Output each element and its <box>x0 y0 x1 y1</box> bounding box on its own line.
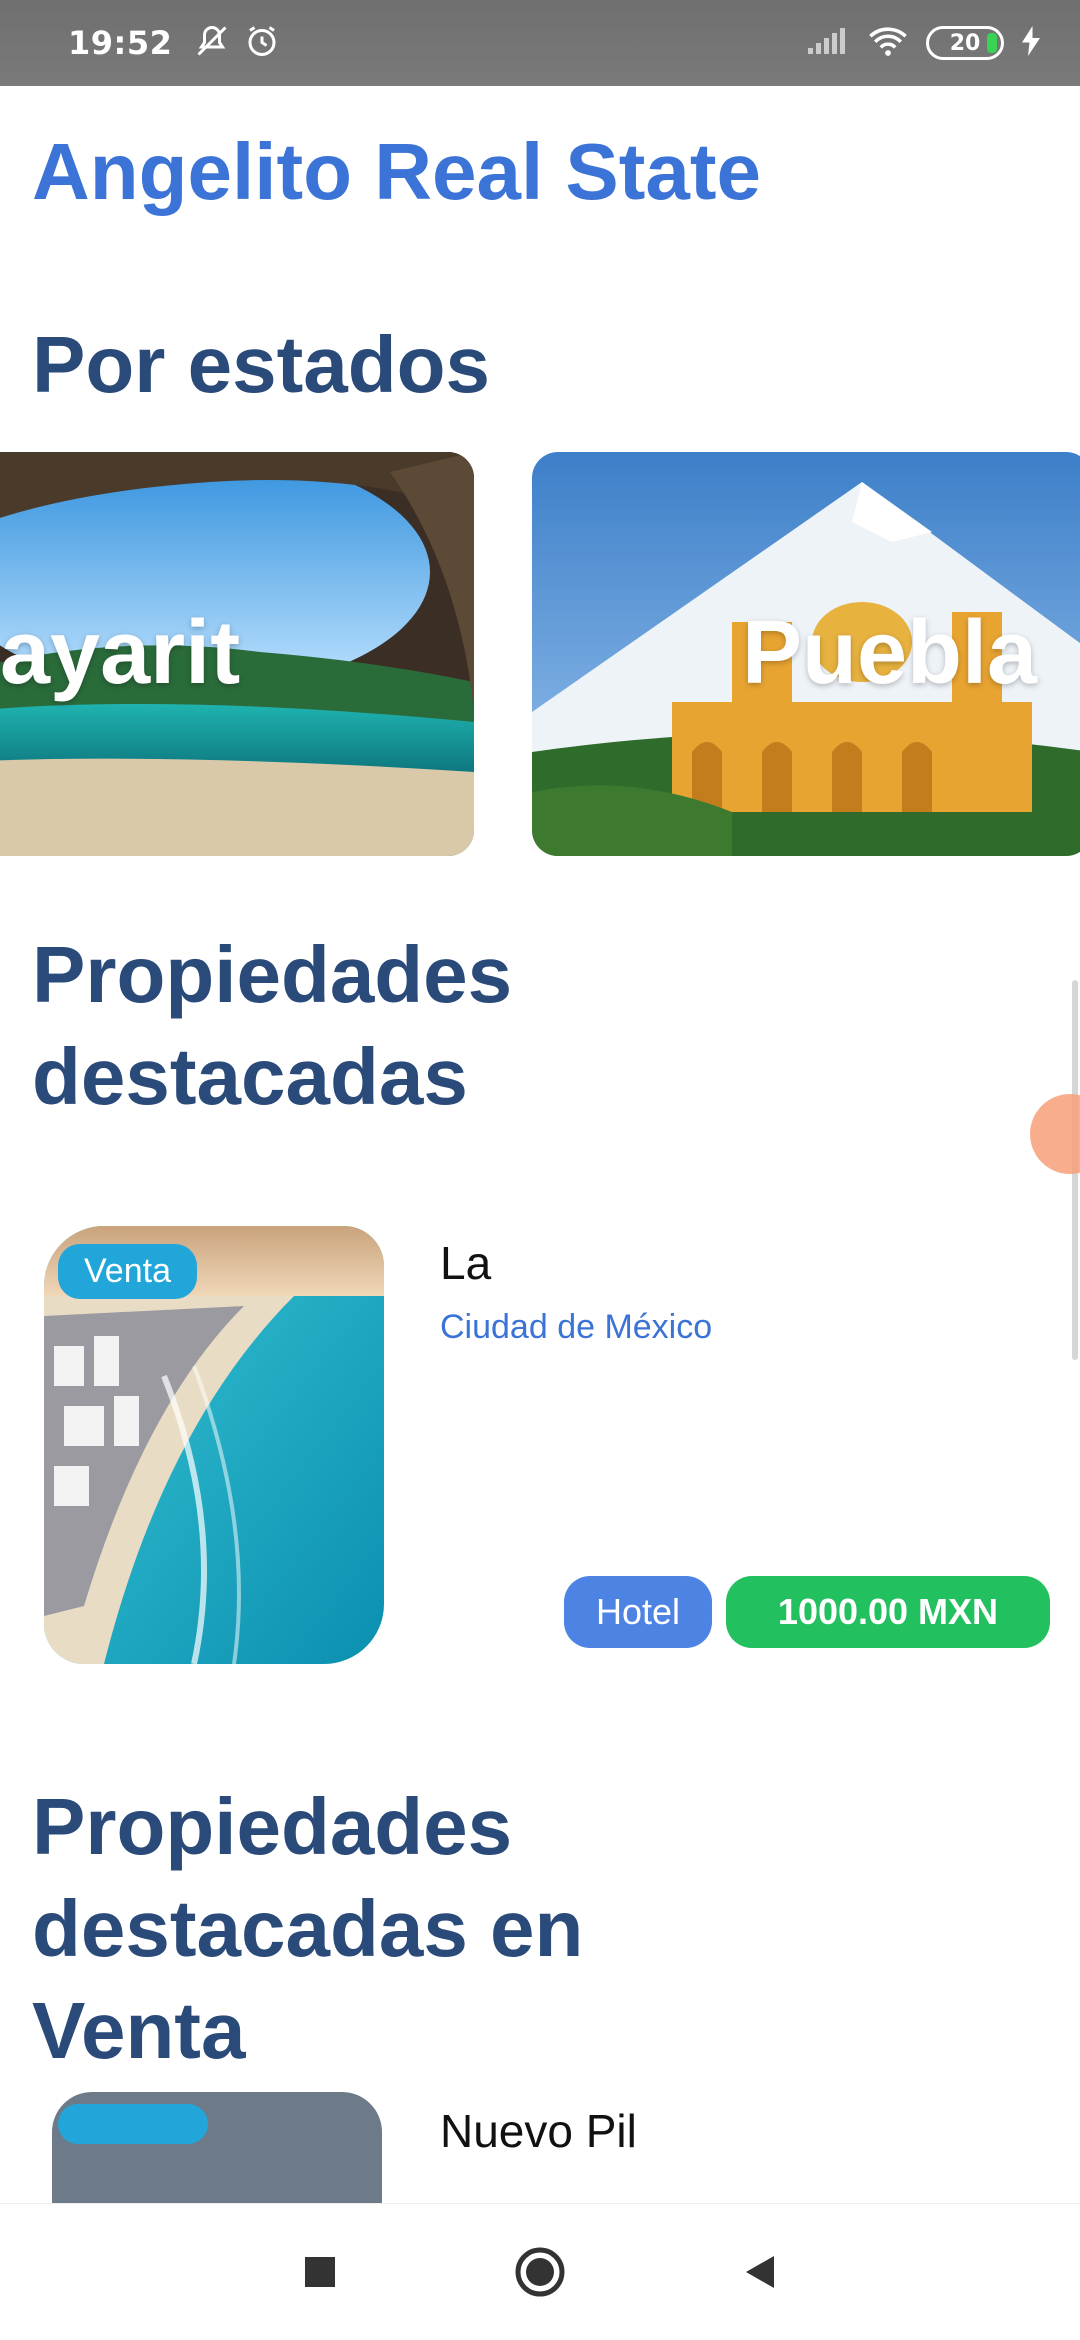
battery-level: 20 <box>949 30 981 56</box>
wifi-icon <box>868 25 908 61</box>
section-title-featured-sale: Propiedades destacadas en Venta <box>32 1776 583 2082</box>
navigation-bar <box>0 2203 1080 2340</box>
charging-icon <box>1022 26 1040 60</box>
section-title-featured-line2: destacadas <box>32 1032 468 1121</box>
next-property-title: Nuevo Pil <box>440 2105 637 2157</box>
section-title-featured-sale-line1: Propiedades <box>32 1782 513 1871</box>
state-label-nayarit: ayarit <box>0 603 241 703</box>
state-card-puebla[interactable]: Puebla <box>532 452 1080 856</box>
status-bar: 19:52 20 <box>0 0 1080 86</box>
state-label-puebla: Puebla <box>742 603 1038 703</box>
property-title: La <box>440 1237 492 1289</box>
signal-icon <box>806 26 850 60</box>
state-card-nayarit[interactable]: ayarit <box>0 452 474 856</box>
states-carousel[interactable]: ayarit Puebla <box>0 452 1080 862</box>
property-card[interactable]: Venta La Ciudad de México Hotel 1000.00 … <box>0 1226 1080 1766</box>
section-title-featured-sale-line2: destacadas en <box>32 1884 584 1973</box>
property-location: Ciudad de México <box>440 1308 713 1346</box>
next-property-badge <box>58 2104 208 2144</box>
section-title-featured-sale-line3: Venta <box>32 1986 246 2075</box>
section-title-featured-line1: Propiedades <box>32 930 513 1019</box>
badge-sale: Venta <box>58 1244 197 1299</box>
recents-icon[interactable] <box>285 2237 355 2307</box>
app-title: Angelito Real State <box>32 127 762 216</box>
mute-icon <box>194 23 230 63</box>
property-type-badge: Hotel <box>564 1576 712 1648</box>
section-title-featured: Propiedades destacadas <box>32 924 512 1128</box>
property-price-badge: 1000.00 MXN <box>726 1576 1050 1648</box>
section-title-by-state: Por estados <box>32 320 490 409</box>
alarm-icon <box>244 23 280 63</box>
main-content[interactable]: Angelito Real State Por estados ayarit P… <box>0 86 1080 2204</box>
home-icon[interactable] <box>505 2237 575 2307</box>
back-icon[interactable] <box>725 2237 795 2307</box>
battery-icon: 20 <box>926 26 1004 60</box>
status-time: 19:52 <box>68 24 173 62</box>
